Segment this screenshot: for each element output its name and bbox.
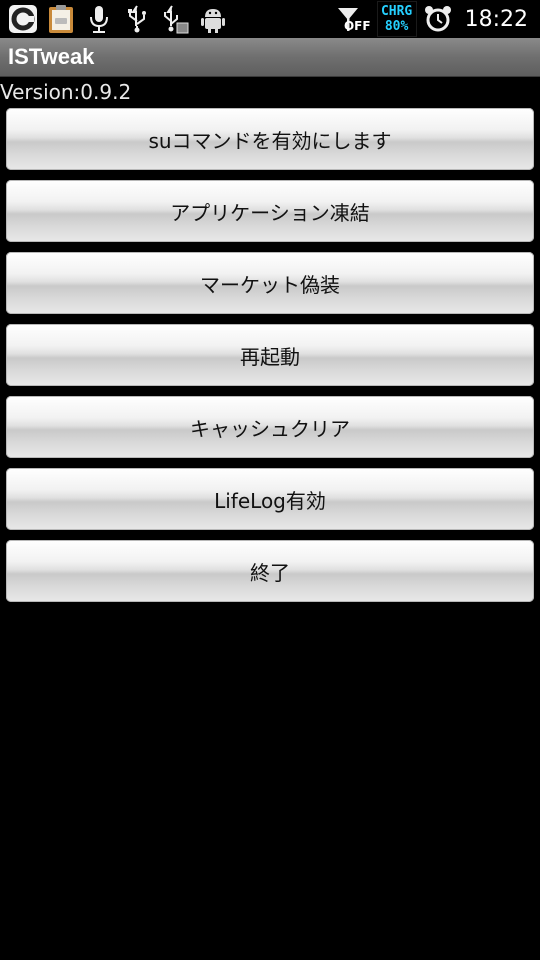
usb-debug-icon bbox=[160, 4, 190, 34]
battery-status: CHRG bbox=[380, 4, 413, 19]
exit-button[interactable]: 終了 bbox=[6, 540, 534, 602]
enable-su-command-button[interactable]: suコマンドを有効にします bbox=[6, 108, 534, 170]
signal-off-label: OFF bbox=[343, 19, 371, 33]
system-status-icons: OFF CHRG 80% 18:22 bbox=[337, 0, 532, 38]
status-bar: OFF CHRG 80% 18:22 bbox=[0, 0, 540, 38]
microphone-icon bbox=[84, 4, 114, 34]
market-spoof-button[interactable]: マーケット偽装 bbox=[6, 252, 534, 314]
app-title-bar: ISTweak bbox=[0, 38, 540, 77]
cache-clear-button[interactable]: キャッシュクリア bbox=[6, 396, 534, 458]
battery-indicator: CHRG 80% bbox=[376, 1, 417, 37]
android-icon bbox=[198, 4, 228, 34]
notification-icons bbox=[8, 4, 228, 34]
app-title: ISTweak bbox=[8, 44, 95, 69]
clock: 18:22 bbox=[464, 6, 528, 32]
lifelog-enable-button[interactable]: LifeLog有効 bbox=[6, 468, 534, 530]
version-label: Version:0.9.2 bbox=[0, 80, 132, 104]
app-freeze-button[interactable]: アプリケーション凍結 bbox=[6, 180, 534, 242]
signal-off-icon: OFF bbox=[337, 4, 371, 34]
usb-icon bbox=[122, 4, 152, 34]
clipboard-icon bbox=[46, 4, 76, 34]
battery-level: 80% bbox=[384, 19, 409, 34]
alarm-clock-icon bbox=[423, 4, 453, 34]
reboot-button[interactable]: 再起動 bbox=[6, 324, 534, 386]
c-app-icon bbox=[8, 4, 38, 34]
